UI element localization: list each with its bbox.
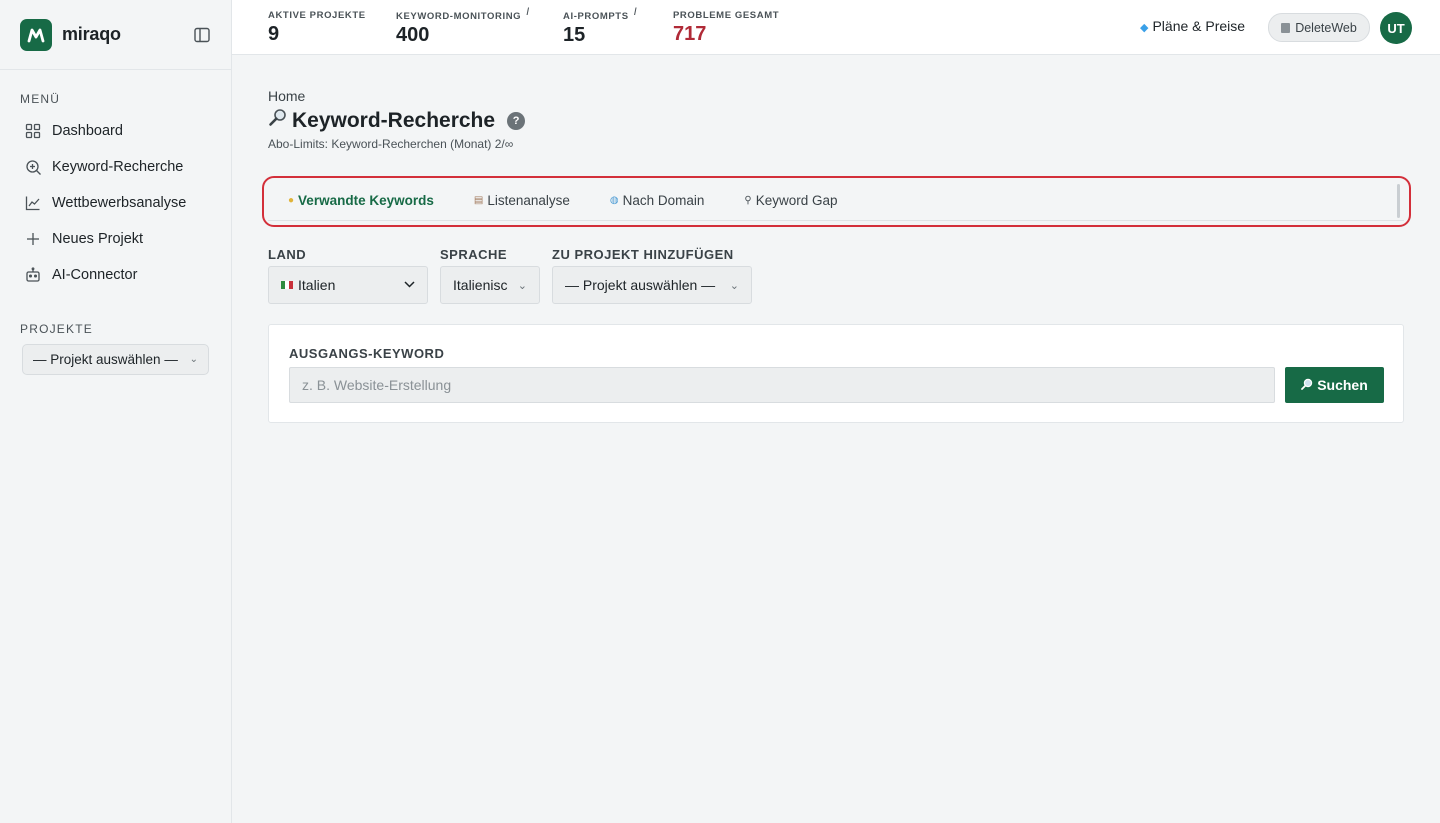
- logo-icon[interactable]: [20, 18, 52, 51]
- land-label: LAND: [268, 247, 307, 262]
- plans-pricing-label: Pläne & Preise: [1152, 18, 1246, 34]
- stat-value: 400: [396, 24, 430, 46]
- sidebar-item-label: Keyword-Recherche: [52, 159, 184, 175]
- sidebar-item-label: Dashboard: [52, 123, 123, 139]
- sidebar-item-wettbewerbsanalyse[interactable]: Wettbewerbsanalyse: [12, 185, 220, 221]
- projects-section-label: PROJEKTE: [20, 322, 93, 336]
- italy-flag-icon: [281, 281, 293, 289]
- page-title-text: Keyword-Recherche: [292, 108, 496, 132]
- topbar: AKTIVE PROJEKTE 9 KEYWORD-MONITORING i 40…: [232, 0, 1440, 55]
- tabs-scrollbar[interactable]: [1397, 184, 1400, 218]
- sidebar-project-select-value: — Projekt auswählen —: [33, 352, 178, 367]
- building-icon: [1281, 22, 1291, 33]
- tab-listenanalyse[interactable]: ▤ Listenanalyse: [474, 193, 570, 208]
- robot-icon: [24, 266, 42, 284]
- search-card: AUSGANGS-KEYWORD Suchen: [268, 324, 1404, 423]
- subscription-limits: Abo-Limits: Keyword-Recherchen (Monat) 2…: [268, 137, 514, 151]
- sidebar-header: miraqo: [0, 0, 231, 70]
- stat-value: 717: [673, 23, 707, 45]
- workspace-button[interactable]: DeleteWeb: [1268, 13, 1370, 42]
- stat-value: 9: [268, 23, 280, 45]
- tab-keyword-gap[interactable]: ⚲ Keyword Gap: [744, 193, 837, 208]
- search-button[interactable]: Suchen: [1285, 367, 1384, 403]
- stat-probleme-gesamt: PROBLEME GESAMT 717: [673, 10, 779, 46]
- sidebar-item-label: Neues Projekt: [52, 231, 144, 247]
- sidebar-menu: Dashboard Keyword-Recherche Wettbewerbsa…: [12, 113, 220, 293]
- grid-icon: [24, 122, 42, 140]
- chevron-down-icon: ⌄: [189, 354, 198, 365]
- help-icon[interactable]: ?: [507, 111, 526, 130]
- sidebar-item-label: AI-Connector: [52, 267, 138, 283]
- tab-nach-domain[interactable]: ◍ Nach Domain: [610, 193, 705, 208]
- magnifier-icon: [1301, 378, 1313, 393]
- stat-label: AI-PROMPTS i: [563, 6, 638, 22]
- info-icon[interactable]: i: [526, 6, 530, 18]
- plans-pricing-link[interactable]: ◆ Pläne & Preise: [1140, 18, 1245, 34]
- stat-keyword-monitoring: KEYWORD-MONITORING i 400: [396, 6, 530, 47]
- land-select[interactable]: Italien: [268, 266, 428, 304]
- sprache-label: SPRACHE: [440, 247, 508, 262]
- projekt-select[interactable]: — Projekt auswählen — ⌄: [552, 266, 752, 304]
- chevron-down-icon: [398, 279, 415, 291]
- sidebar-item-dashboard[interactable]: Dashboard: [12, 113, 220, 149]
- menu-section-label: MENÜ: [20, 92, 61, 106]
- clipboard-icon: ▤: [473, 195, 484, 206]
- tab-label: Listenanalyse: [487, 193, 570, 208]
- stat-label: PROBLEME GESAMT: [673, 10, 780, 21]
- search-plus-icon: [24, 158, 42, 176]
- stat-value: 15: [563, 24, 586, 46]
- sidebar-item-ai-connector[interactable]: AI-Connector: [12, 257, 220, 293]
- stat-label: KEYWORD-MONITORING i: [396, 6, 530, 22]
- keyword-search-input[interactable]: [289, 367, 1275, 403]
- sidebar-toggle-icon[interactable]: [193, 26, 211, 44]
- page-title: Keyword-Recherche ?: [268, 108, 526, 133]
- breadcrumb[interactable]: Home: [268, 88, 305, 104]
- tabs-bar: ● Verwandte Keywords ▤ Listenanalyse ◍ N…: [268, 181, 1404, 221]
- logo-text[interactable]: miraqo: [62, 24, 121, 45]
- globe-icon: ◍: [609, 195, 619, 206]
- line-chart-icon: [24, 194, 42, 212]
- search-button-label: Suchen: [1317, 377, 1368, 393]
- stat-label: AKTIVE PROJEKTE: [268, 10, 366, 21]
- plus-icon: [24, 230, 42, 248]
- sidebar-item-keyword-recherche[interactable]: Keyword-Recherche: [12, 149, 220, 185]
- gem-icon: ◆: [1140, 22, 1149, 34]
- lightbulb-icon: ●: [288, 195, 295, 206]
- chevron-down-icon: ⌄: [517, 279, 527, 292]
- land-select-value: Italien: [298, 277, 336, 293]
- tab-verwandte-keywords[interactable]: ● Verwandte Keywords: [288, 193, 434, 208]
- tab-label: Nach Domain: [622, 193, 705, 208]
- sidebar-item-neues-projekt[interactable]: Neues Projekt: [12, 221, 220, 257]
- sidebar-item-label: Wettbewerbsanalyse: [52, 195, 187, 211]
- stat-ai-prompts: AI-PROMPTS i 15: [563, 6, 638, 47]
- info-icon[interactable]: i: [634, 6, 638, 18]
- search-label: AUSGANGS-KEYWORD: [289, 346, 445, 361]
- projekt-select-value: — Projekt auswählen —: [565, 277, 716, 293]
- sprache-select-value: Italienisc: [453, 277, 508, 293]
- sidebar-project-select[interactable]: — Projekt auswählen — ⌄: [22, 344, 209, 375]
- sprache-select[interactable]: Italienisc ⌄: [440, 266, 540, 304]
- sidebar: miraqo MENÜ Dashboard Keyword-Recherche …: [0, 0, 232, 823]
- tab-label: Verwandte Keywords: [298, 193, 434, 208]
- stat-aktive-projekte: AKTIVE PROJEKTE 9: [268, 10, 366, 46]
- chevron-down-icon: ⌄: [729, 279, 739, 292]
- projekt-label: ZU PROJEKT HINZUFÜGEN: [552, 247, 734, 262]
- magnifier-icon: ⚲: [744, 195, 752, 206]
- magnifier-icon: [268, 108, 288, 133]
- avatar[interactable]: UT: [1380, 12, 1412, 44]
- tab-label: Keyword Gap: [755, 193, 838, 208]
- workspace-label: DeleteWeb: [1295, 20, 1357, 35]
